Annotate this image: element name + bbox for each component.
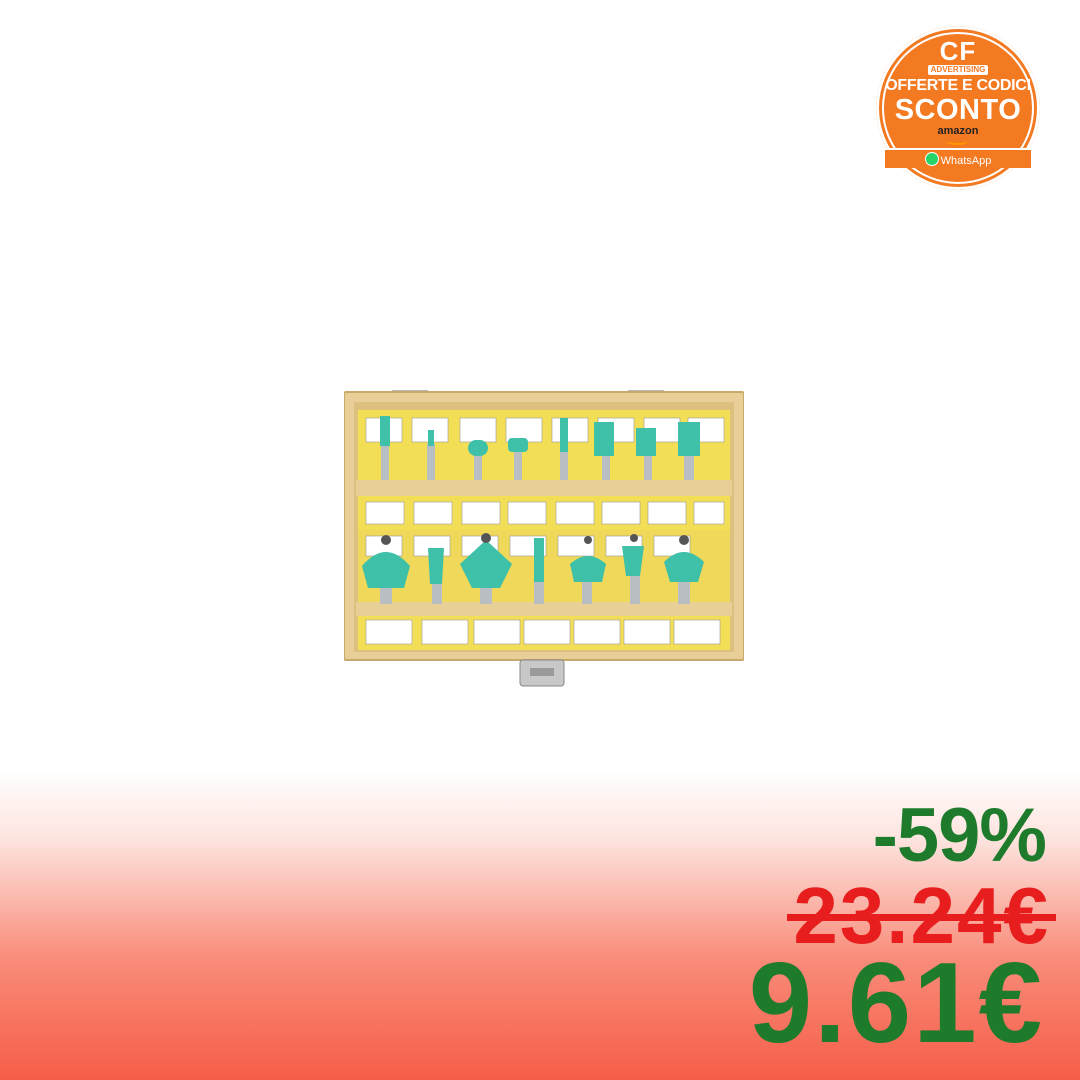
lower-shelf (356, 602, 732, 616)
amazon-smile-icon (946, 138, 968, 145)
badge-line2: SCONTO (894, 94, 1022, 126)
old-price-strikethrough (787, 914, 1056, 921)
badge-store: amazon (937, 125, 979, 137)
upper-shelf (356, 480, 732, 496)
whatsapp-icon (924, 152, 939, 166)
promo-badge: CF ADVERTISING OFFERTE E CODICI SCONTO a… (876, 26, 1040, 190)
badge-line1: OFFERTE E CODICI (885, 77, 1031, 94)
badge-channel-row: WhatsApp (876, 152, 1040, 167)
badge-tag: ADVERTISING (928, 65, 988, 75)
router-bit-set-image (344, 390, 744, 687)
new-price: 9.61€ (748, 940, 1044, 1067)
badge-channel: WhatsApp (940, 155, 992, 167)
discount-percentage: -59% (872, 793, 1047, 878)
latch-slot (530, 668, 554, 676)
badge-brand: CF (939, 36, 977, 66)
